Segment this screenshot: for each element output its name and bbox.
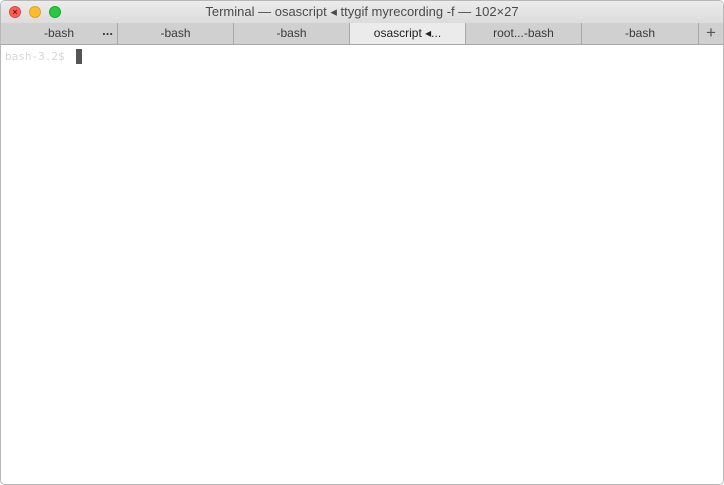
new-tab-button[interactable]: + <box>699 23 723 44</box>
window-title: Terminal — osascript ◂ ttygif myrecordin… <box>205 4 519 19</box>
tab-overflow-icon[interactable]: ... <box>102 23 113 41</box>
terminal-window: × Terminal — osascript ◂ ttygif myrecord… <box>0 0 724 485</box>
tab-3-label: -bash <box>276 26 307 40</box>
tab-5-label: root...-bash <box>493 26 554 40</box>
tab-3[interactable]: -bash <box>234 23 350 44</box>
text-cursor <box>76 49 82 64</box>
terminal-content[interactable]: bash-3.2$ <box>1 45 723 484</box>
tab-6[interactable]: -bash <box>582 23 699 44</box>
shell-prompt: bash-3.2$ <box>5 50 65 63</box>
title-bar[interactable]: × Terminal — osascript ◂ ttygif myrecord… <box>1 1 723 23</box>
tab-1[interactable]: -bash ... <box>1 23 118 44</box>
tab-6-label: -bash <box>624 26 656 40</box>
tab-4-active[interactable]: osascript ◂... <box>350 23 466 44</box>
tab-5[interactable]: root...-bash <box>466 23 582 44</box>
tab-bar: -bash ... -bash -bash osascript ◂... roo… <box>1 23 723 45</box>
tab-2[interactable]: -bash <box>118 23 234 44</box>
tab-4-label: osascript ◂... <box>373 26 442 40</box>
tab-2-label: -bash <box>160 26 191 40</box>
tab-1-label: -bash <box>43 26 75 40</box>
